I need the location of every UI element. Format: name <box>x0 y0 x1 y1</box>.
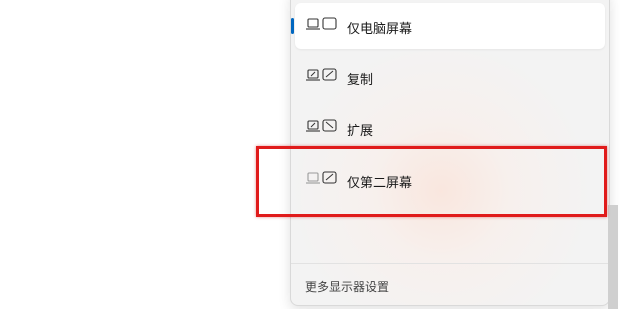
extend-icon <box>305 118 339 136</box>
highlight-annotation-box <box>256 146 607 217</box>
duplicate-icon <box>305 67 339 85</box>
option-label: 仅电脑屏幕 <box>347 21 413 36</box>
selection-indicator <box>291 18 294 34</box>
pc-screen-only-icon <box>305 16 339 34</box>
option-label: 复制 <box>347 72 374 87</box>
option-label: 扩展 <box>347 123 374 138</box>
option-extend[interactable]: 扩展 <box>295 105 605 151</box>
scrollbar-thumb[interactable] <box>608 205 618 309</box>
more-display-settings-link[interactable]: 更多显示器设置 <box>305 278 389 295</box>
option-pc-screen-only[interactable]: 仅电脑屏幕 <box>291 3 605 49</box>
screen: 仅电脑屏幕 复制 扩展 仅第二屏幕 更多显示器设置 <box>0 0 620 309</box>
footer-divider <box>291 263 609 264</box>
option-duplicate[interactable]: 复制 <box>295 54 605 100</box>
